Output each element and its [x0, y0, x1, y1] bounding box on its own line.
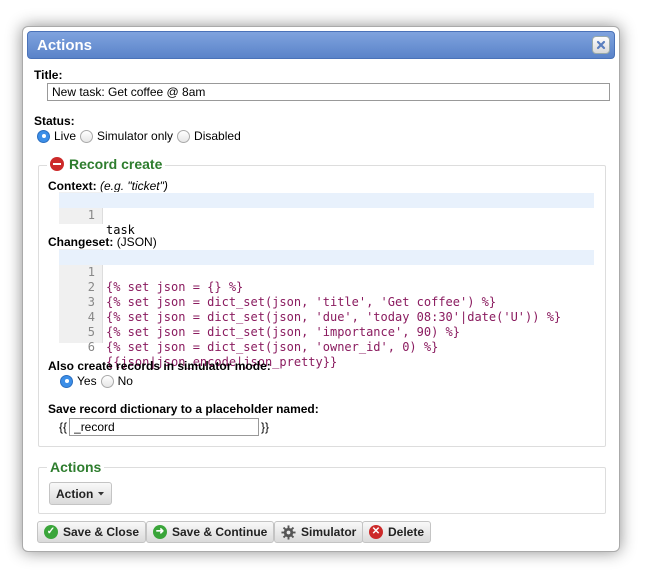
status-disabled-label: Disabled — [194, 129, 241, 143]
action-dropdown-button[interactable]: Action — [49, 482, 113, 505]
delete-x-icon: ✕ — [369, 525, 383, 539]
simulator-mode-radio-group: Yes No — [60, 374, 137, 388]
changeset-editor[interactable]: 1 {% set json = {} %} 2 {% set json = di… — [59, 249, 594, 369]
save-close-button[interactable]: ✓ Save & Close — [37, 521, 147, 543]
collapse-minus-icon[interactable] — [50, 157, 64, 171]
placeholder-prefix: {{ — [59, 420, 68, 434]
changeset-label-row: Changeset: (JSON) — [48, 235, 157, 249]
code-line[interactable]: 1 task — [59, 193, 594, 237]
actions-dialog: Actions Title: Status: Live Simulator on… — [22, 26, 620, 552]
placeholder-input[interactable] — [69, 418, 260, 436]
gear-icon — [281, 524, 296, 540]
code-line[interactable]: 6 {{json|json_encode|json_pretty}} — [59, 325, 594, 369]
dialog-title: Actions — [37, 37, 93, 54]
simulator-no-radio[interactable] — [100, 374, 114, 388]
simulator-label: Simulator — [301, 525, 357, 539]
delete-label: Delete — [388, 525, 425, 539]
context-editor[interactable]: 1 task — [59, 192, 594, 237]
arrow-right-icon: ➜ — [153, 525, 167, 539]
status-live-label: Live — [54, 129, 77, 143]
status-simulator-label: Simulator only — [97, 129, 174, 143]
save-continue-label: Save & Continue — [172, 525, 268, 539]
check-icon: ✓ — [44, 525, 58, 539]
save-close-label: Save & Close — [63, 525, 140, 539]
status-disabled-radio[interactable] — [177, 129, 191, 143]
title-input[interactable] — [47, 83, 610, 101]
simulator-mode-label: Also create records in simulator mode: — [48, 359, 271, 373]
simulator-yes-label: Yes — [77, 374, 97, 388]
status-label: Status: — [34, 114, 75, 128]
action-button-label: Action — [56, 486, 94, 501]
delete-button[interactable]: ✕ Delete — [362, 521, 432, 543]
simulator-yes-radio[interactable] — [60, 374, 73, 388]
simulator-no-label: No — [117, 374, 133, 388]
line-number: 6 — [87, 340, 95, 354]
status-live-radio[interactable] — [37, 129, 50, 143]
changeset-line-5: {% set json = dict_set(json, 'owner_id',… — [106, 340, 439, 354]
dialog-titlebar[interactable]: Actions — [27, 31, 615, 59]
title-label: Title: — [34, 68, 63, 82]
code-line[interactable]: 4 {% set json = dict_set(json, 'importan… — [59, 295, 594, 339]
actions-legend: Actions — [47, 459, 105, 475]
context-hint: (e.g. "ticket") — [100, 179, 168, 193]
simulator-button[interactable]: Simulator — [274, 521, 364, 543]
placeholder-label: Save record dictionary to a placeholder … — [48, 402, 319, 416]
code-line[interactable]: 2 {% set json = dict_set(json, 'title', … — [59, 265, 594, 309]
context-label: Context: — [48, 179, 97, 193]
context-label-row: Context: (e.g. "ticket") — [48, 179, 168, 193]
actions-section — [38, 467, 606, 514]
save-continue-button[interactable]: ➜ Save & Continue — [146, 521, 275, 543]
status-simulator-radio[interactable] — [80, 129, 94, 143]
record-create-title: Record create — [69, 156, 163, 172]
placeholder-row: {{ }} — [59, 418, 269, 436]
code-line[interactable]: 5 {% set json = dict_set(json, 'owner_id… — [59, 310, 594, 354]
code-line[interactable]: 3 {% set json = dict_set(json, 'due', 't… — [59, 280, 594, 324]
changeset-hint: (JSON) — [116, 235, 157, 249]
record-create-legend[interactable]: Record create — [47, 156, 166, 172]
caret-down-icon — [98, 491, 105, 495]
status-radio-group: Live Simulator only Disabled — [37, 129, 245, 143]
close-icon — [596, 40, 606, 50]
changeset-label: Changeset: — [48, 235, 114, 249]
code-line[interactable]: 1 {% set json = {} %} — [59, 250, 594, 294]
placeholder-suffix: }} — [261, 420, 270, 434]
line-number: 1 — [87, 208, 95, 222]
close-button[interactable] — [592, 36, 610, 54]
